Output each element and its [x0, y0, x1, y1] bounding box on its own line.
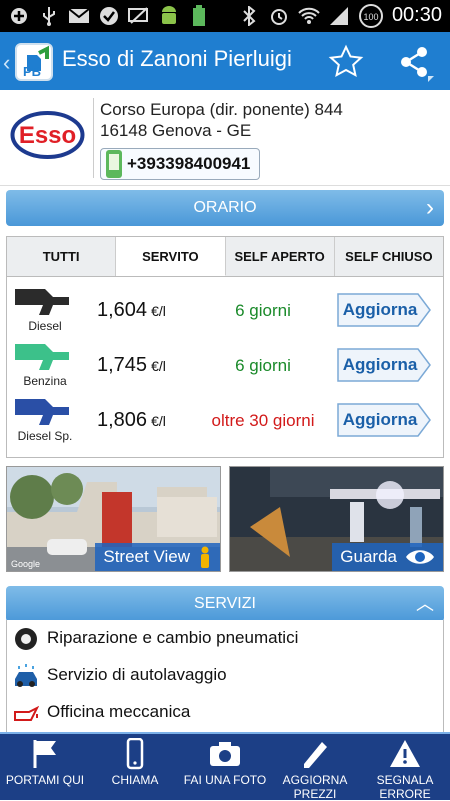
address-line2: 16148 Genova - GE — [100, 121, 252, 140]
phone-icon — [126, 738, 144, 770]
aggiorna-button[interactable]: Aggiorna — [337, 293, 431, 327]
price-age: 6 giorni — [235, 301, 291, 320]
pegman-icon — [201, 546, 209, 568]
aggiorna-prezzi-button[interactable]: AGGIORNA PREZZI — [270, 734, 360, 801]
app-bar: ‹ PB Esso di Zanoni Pierluigi — [0, 32, 450, 90]
tab-servito[interactable]: SERVITO — [116, 237, 226, 276]
car-wash-icon — [15, 664, 37, 687]
chevron-up-icon: ︿ — [416, 594, 434, 614]
fai-una-foto-button[interactable]: FAI UNA FOTO — [180, 734, 270, 800]
address-line1: Corso Europa (dir. ponente) 844 — [100, 100, 343, 119]
service-item: Servizio di autolavaggio — [7, 657, 443, 693]
servizi-label: SERVIZI — [194, 595, 256, 612]
price-row-benzina: Benzina 1,745 €/l 6 giorni Aggiorna — [7, 340, 443, 395]
tab-self-chiuso[interactable]: SELF CHIUSO — [334, 237, 443, 276]
price-row-diesel-sp: Diesel Sp. 1,806 €/l oltre 30 giorni Aggi… — [7, 395, 443, 450]
warning-icon — [390, 740, 420, 767]
mobile-phone-icon — [103, 149, 125, 179]
signal-icon — [328, 5, 350, 27]
phone-button[interactable]: +393398400941 — [100, 148, 260, 180]
fuel-price: 1,806 €/l — [97, 409, 166, 431]
status-bar: 100 00:30 — [0, 0, 450, 32]
flag-icon — [33, 740, 56, 768]
services-list: Riparazione e cambio pneumatici Servizio… — [6, 620, 444, 736]
page-title: Esso di Zanoni Pierluigi — [62, 46, 292, 71]
street-view-caption: Street View — [95, 543, 220, 571]
fuel-nozzle-icon — [15, 289, 69, 315]
alarm-icon — [268, 5, 290, 27]
header-divider — [93, 98, 94, 178]
eye-icon — [406, 550, 434, 564]
fuel-nozzle-icon — [15, 399, 69, 425]
price-tabs: TUTTI SERVITO SELF APERTO SELF CHIUSO — [7, 237, 443, 277]
gmail-icon — [68, 5, 90, 27]
guarda-caption: Guarda — [332, 543, 443, 571]
orario-label: ORARIO — [193, 199, 257, 216]
segnala-errore-button[interactable]: SEGNALA ERRORE — [360, 734, 450, 801]
fuel-name: Benzina — [23, 374, 67, 388]
camera-icon — [210, 742, 240, 766]
battery-small-icon — [188, 5, 210, 27]
plus-icon — [8, 5, 30, 27]
svg-text:Esso: Esso — [19, 122, 76, 149]
share-icon[interactable] — [394, 42, 434, 82]
android-icon — [158, 5, 180, 27]
usb-icon — [38, 5, 60, 27]
battery-icon: 100 — [358, 3, 384, 28]
pencil-icon — [304, 742, 327, 768]
chevron-right-icon: › — [426, 194, 434, 221]
price-age: 6 giorni — [235, 356, 291, 375]
tire-icon — [15, 628, 37, 650]
tab-self-aperto[interactable]: SELF APERTO — [225, 237, 335, 276]
street-view-tile[interactable]: Google Street View — [6, 466, 221, 572]
portami-qui-button[interactable]: PORTAMI QUI — [0, 734, 90, 800]
fuel-name: Diesel Sp. — [17, 429, 73, 443]
esso-logo: Esso — [10, 110, 85, 160]
prices-panel: TUTTI SERVITO SELF APERTO SELF CHIUSO Di… — [6, 236, 444, 458]
tab-tutti[interactable]: TUTTI — [7, 237, 117, 276]
star-icon[interactable] — [326, 42, 366, 82]
svg-text:PB: PB — [23, 64, 41, 79]
oil-can-icon — [14, 705, 39, 721]
guarda-label: Guarda — [340, 547, 397, 566]
station-header: Esso Corso Europa (dir. ponente) 844 161… — [0, 90, 450, 186]
orario-bar[interactable]: ORARIO › — [6, 190, 444, 226]
fuel-price: 1,604 €/l — [97, 299, 166, 321]
check-icon — [98, 5, 120, 27]
service-item: Officina meccanica — [7, 694, 443, 730]
aggiorna-button[interactable]: Aggiorna — [337, 403, 431, 437]
app-logo-icon[interactable]: PB — [15, 43, 53, 81]
clock: 00:30 — [391, 4, 442, 26]
svg-text:100: 100 — [363, 12, 378, 22]
bluetooth-icon — [238, 5, 260, 27]
guarda-tile[interactable]: Guarda — [229, 466, 444, 572]
bottom-action-bar: PORTAMI QUI CHIAMA FAI UNA FOTO AGGIORNA… — [0, 732, 450, 801]
servizi-bar[interactable]: SERVIZI ︿ — [6, 586, 444, 622]
fuel-name: Diesel — [28, 319, 62, 333]
mail-off-icon — [128, 5, 150, 27]
chiama-button[interactable]: CHIAMA — [90, 734, 180, 800]
price-age: oltre 30 giorni — [211, 411, 315, 430]
phone-number: +393398400941 — [127, 154, 251, 173]
wifi-icon — [298, 5, 320, 27]
google-watermark: Google — [11, 559, 41, 569]
service-item: Riparazione e cambio pneumatici — [7, 620, 443, 656]
street-view-label: Street View — [103, 547, 190, 566]
price-row-diesel: Diesel 1,604 €/l 6 giorni Aggiorna — [7, 285, 443, 340]
back-icon[interactable]: ‹ — [3, 50, 10, 76]
fuel-nozzle-icon — [15, 344, 69, 370]
aggiorna-button[interactable]: Aggiorna — [337, 348, 431, 382]
fuel-price: 1,745 €/l — [97, 354, 166, 376]
